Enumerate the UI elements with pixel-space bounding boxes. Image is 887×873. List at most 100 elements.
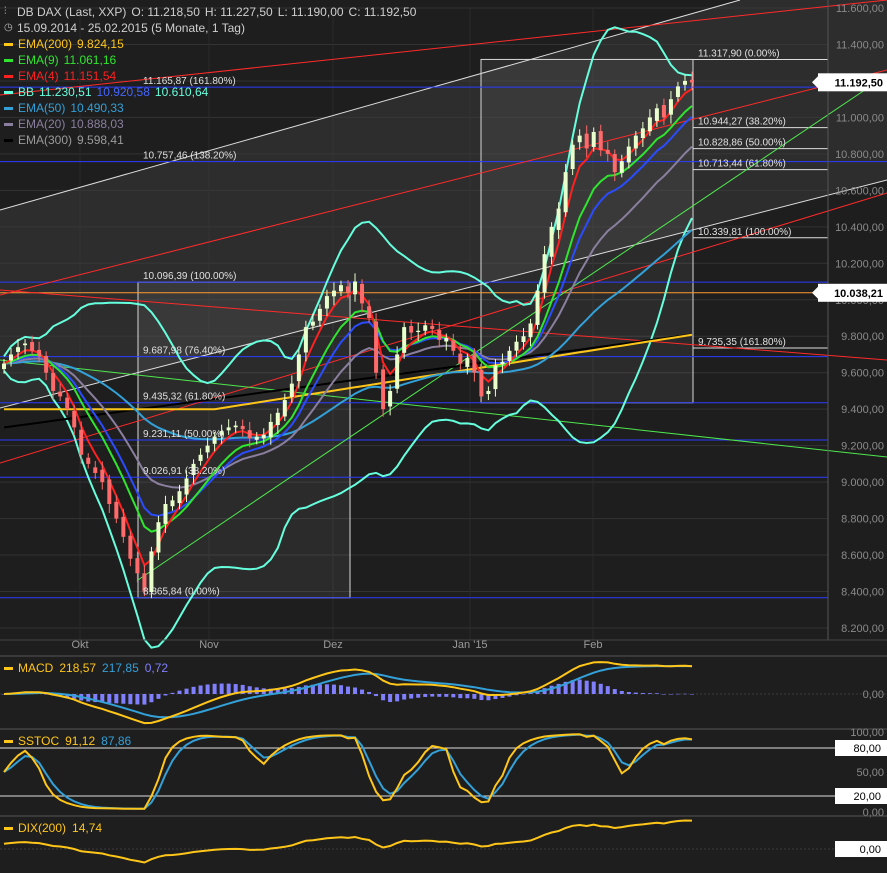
ema200-swatch: [4, 42, 13, 46]
bb-mid-value: 10.920,58: [96, 85, 150, 99]
macd-histogram-bar: [198, 685, 203, 694]
candle-body: [282, 400, 287, 417]
candle-body: [324, 296, 329, 309]
candle-body: [647, 117, 652, 132]
macd-histogram-bar: [668, 694, 673, 695]
macd-histogram-bar: [675, 693, 680, 695]
candle-body: [367, 306, 372, 318]
macd-histogram-bar: [170, 692, 175, 694]
fib-label: 9.435,32 (61.80%): [143, 392, 225, 403]
price-tick-label: 11.600,00: [836, 3, 884, 15]
candle-body: [121, 516, 126, 537]
macd-histogram-bar: [409, 694, 414, 699]
sstoc-legend: SSTOC 91,12 87,86: [4, 734, 137, 748]
instrument-name: DB DAX (Last, XXP): [17, 5, 127, 19]
macd-histogram-bar: [388, 694, 393, 703]
candle-body: [58, 391, 63, 397]
macd-histogram-bar: [128, 694, 133, 705]
candle-body: [72, 410, 77, 428]
candle-body: [612, 154, 617, 173]
candle-body: [233, 425, 238, 428]
price-tick-label: 9.200,00: [841, 441, 884, 453]
legend-ema200: EMA(200) 9.824,15: [4, 36, 416, 52]
candle-body: [331, 290, 336, 297]
candle-body: [135, 558, 140, 574]
macd-histogram-bar: [395, 694, 400, 702]
candle-body: [93, 467, 98, 473]
macd-histogram-bar: [184, 688, 189, 694]
legend-bb: BB 11.230,51 10.920,58 10.610,64: [4, 84, 416, 100]
candle-body: [184, 478, 189, 495]
candle-body: [247, 430, 252, 439]
candle-body: [500, 361, 505, 365]
ema20-swatch: [4, 122, 13, 126]
macd-histogram-bar: [521, 694, 526, 695]
macd-histogram-bar: [338, 685, 343, 694]
candle-body: [409, 326, 414, 333]
price-tick-label: 8.800,00: [841, 514, 884, 526]
price-tick-label: 11.400,00: [836, 39, 884, 51]
macd-value: 218,57: [59, 661, 97, 675]
macd-swatch: [4, 666, 13, 670]
macd-histogram-bar: [451, 694, 456, 698]
macd-histogram-bar: [324, 684, 329, 694]
ema9-swatch: [4, 58, 13, 62]
candle-body: [2, 363, 6, 370]
candle-body: [465, 358, 470, 367]
legend-ema4: EMA(4) 11.151,54: [4, 68, 416, 84]
macd-histogram-bar: [682, 693, 687, 695]
macd-axis-label: 0,00: [863, 689, 884, 701]
ema20-value: 10.888,03: [70, 117, 124, 131]
bb-lower-value: 10.610,64: [154, 85, 209, 99]
macd-histogram-bar: [317, 684, 322, 694]
macd-histogram-bar: [226, 683, 231, 694]
macd-label: MACD: [18, 661, 54, 675]
candle-body: [591, 131, 596, 147]
macd-histogram-bar: [654, 693, 659, 694]
macd-histogram-bar: [402, 694, 407, 700]
fib-label: 10.828,86 (50.00%): [698, 138, 786, 149]
candle-body: [535, 290, 540, 325]
sstoc-axis-label: 80,00: [853, 743, 881, 755]
macd-histogram-bar: [605, 686, 610, 694]
candle-body: [605, 149, 610, 154]
ema200-value: 9.824,15: [77, 37, 124, 51]
macd-histogram-bar: [353, 687, 358, 694]
time-tick-label: Okt: [71, 639, 88, 651]
candle-body: [416, 330, 421, 333]
macd-histogram-bar: [423, 694, 428, 697]
candle-body: [549, 226, 554, 257]
candle-body: [303, 327, 308, 353]
candle-body: [451, 340, 456, 351]
macd-histogram-bar: [247, 686, 252, 694]
ema50-swatch: [4, 106, 13, 110]
macd-histogram-bar: [135, 694, 140, 705]
fib-label: 9.026,91 (38.20%): [143, 466, 225, 477]
macd-histogram-bar: [346, 686, 350, 694]
last-price-tag-label: 11.192,50: [835, 77, 883, 89]
candle-body: [346, 286, 350, 293]
price-tick-label: 10.400,00: [835, 222, 884, 234]
candle-body: [317, 308, 322, 321]
candle-body: [395, 354, 400, 389]
bb-label: BB: [18, 85, 35, 99]
ema300-value: 9.598,41: [77, 133, 124, 147]
candle-body: [100, 469, 105, 483]
fib-label: 11.317,90 (0.00%): [698, 48, 780, 59]
candle-body: [472, 354, 477, 373]
candle-body: [626, 146, 631, 163]
candle-body: [493, 365, 498, 390]
ema300-label: EMA(300): [18, 133, 73, 147]
candle-body: [430, 325, 435, 329]
macd-histogram-bar: [458, 694, 463, 699]
candle-body: [675, 86, 680, 97]
candle-body: [563, 172, 568, 213]
chart-legend: ⫶ DB DAX (Last, XXP) O: 11.218,50 H: 11.…: [4, 4, 416, 148]
time-tick-label: Feb: [584, 639, 603, 651]
sstoc-swatch: [4, 739, 13, 743]
macd-histogram-bar: [191, 686, 196, 694]
candle-body: [51, 372, 56, 391]
candle-body: [275, 412, 280, 426]
dix-swatch: [4, 826, 13, 830]
candle-body: [388, 390, 393, 407]
